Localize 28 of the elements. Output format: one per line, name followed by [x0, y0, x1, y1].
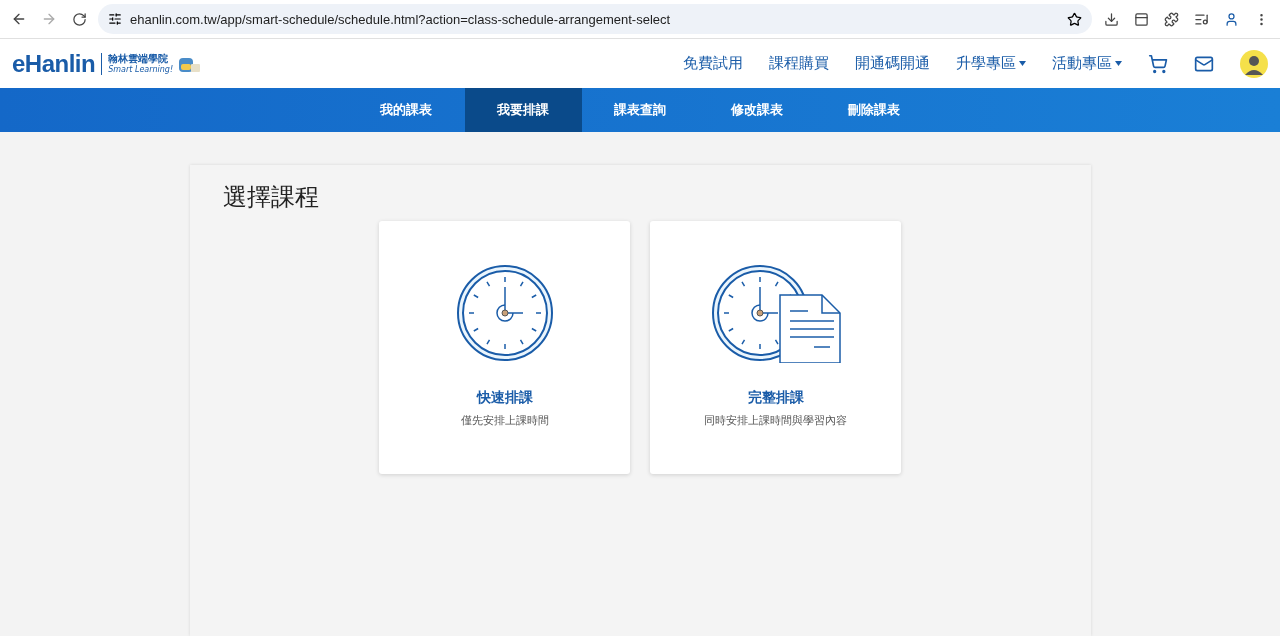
clock-icon [454, 263, 555, 363]
header-menu-link[interactable]: 活動專區 [1052, 54, 1122, 73]
card-title: 完整排課 [747, 389, 804, 407]
nav-tab[interactable]: 課表查詢 [581, 88, 699, 132]
header-menu-link[interactable]: 免費試用 [683, 54, 743, 73]
bookmark-star-icon[interactable] [1067, 11, 1082, 27]
url-text: ehanlin.com.tw/app/smart-schedule/schedule.html?action=class-schedule-arrangement-select [130, 11, 672, 27]
nav-tab[interactable]: 修改課表 [698, 88, 816, 132]
nav-tab[interactable]: 我的課表 [347, 88, 465, 132]
header-menu-link[interactable]: 課程購買 [769, 54, 829, 73]
brand-name: 翰林雲端學院 [108, 53, 170, 64]
nav-tab[interactable]: 刪除課表 [815, 88, 933, 132]
cart-icon[interactable] [1148, 53, 1168, 74]
option-card[interactable]: 快速排課 僅先安排上課時間 [379, 221, 630, 474]
page-title: 選擇課程 [222, 182, 319, 213]
header-menu-link[interactable]: 升學專區 [956, 54, 1026, 73]
avatar-icon[interactable] [1240, 49, 1268, 78]
clock-document-icon [709, 263, 842, 363]
header-menu-link[interactable]: 開通碼開通 [855, 54, 930, 73]
option-card[interactable]: 完整排課 同時安排上課時間與學習內容 [650, 221, 901, 474]
nav-tab[interactable]: 我要排課 [464, 88, 582, 132]
card-subtitle: 同時安排上課時間與學習內容 [704, 413, 847, 428]
address-bar[interactable]: ehanlin.com.tw/app/smart-schedule/schedule.html?action=class-schedule-arrangement-select [98, 4, 1092, 34]
site-logo[interactable]: eHanlin [12, 49, 96, 78]
card-subtitle: 僅先安排上課時間 [460, 413, 549, 428]
site-info-icon[interactable] [108, 12, 122, 26]
brand-tagline: Smart Learning! [108, 65, 174, 74]
card-title: 快速排課 [476, 389, 533, 407]
